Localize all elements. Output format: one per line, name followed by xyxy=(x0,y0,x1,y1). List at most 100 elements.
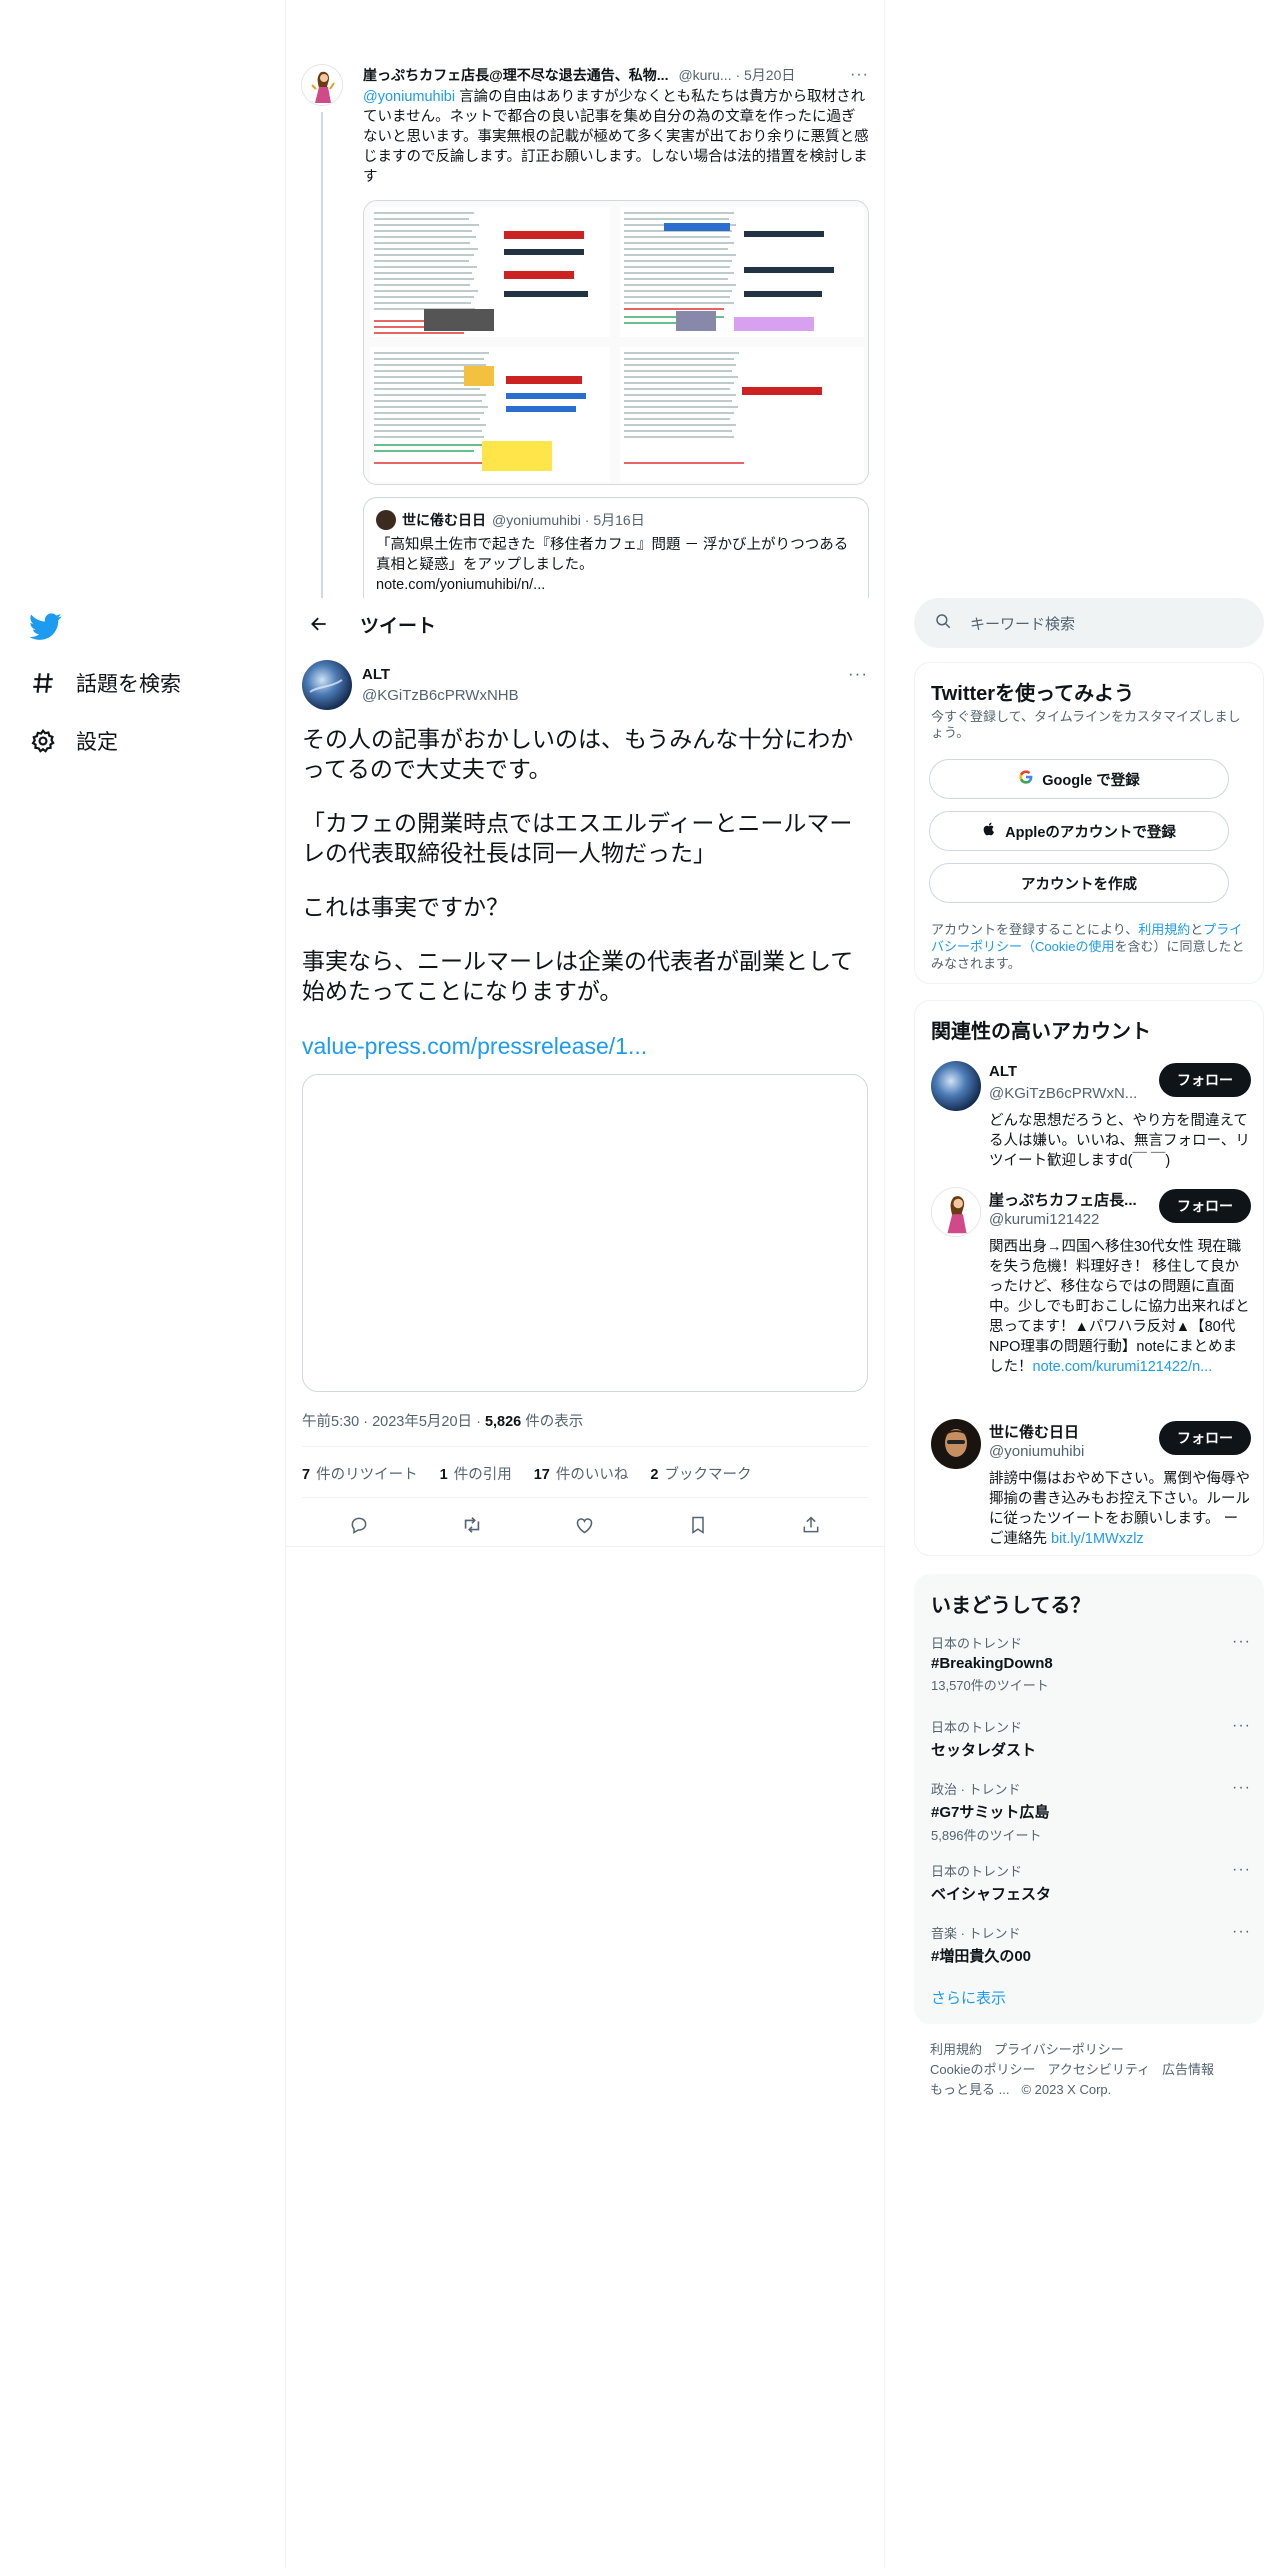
account-handle[interactable]: @KGiTzB6cPRWxN... xyxy=(989,1085,1137,1102)
trend-item[interactable]: 音楽 · トレンド #増田貴久の00 ··· xyxy=(931,1923,1251,1966)
avatar[interactable] xyxy=(301,64,343,106)
bookmarks-count: 2 xyxy=(650,1467,659,1483)
search-box[interactable]: キーワード検索 xyxy=(914,598,1264,648)
parent-author-name[interactable]: 崖っぷちカフェ店長@理不尽な退去通告、私物... xyxy=(363,65,668,85)
quoted-tweet[interactable]: 世に倦む日日 @yoniumuhibi · 5月16日 「高知県土佐市で起きた『… xyxy=(363,497,869,600)
account-handle[interactable]: @kurumi121422 xyxy=(989,1211,1099,1228)
trend-item[interactable]: 日本のトレンド セッタレダスト ··· xyxy=(931,1717,1251,1760)
trend-name: ベイシャフェスタ xyxy=(931,1886,1052,1903)
avatar[interactable] xyxy=(931,1187,981,1237)
create-account-button[interactable]: アカウントを作成 xyxy=(929,863,1229,903)
tweet-paragraph: これは事実ですか？ xyxy=(302,894,509,920)
apple-signup-button[interactable]: Appleのアカウントで登録 xyxy=(929,811,1229,851)
parent-tweet-image[interactable] xyxy=(363,200,869,485)
apple-icon xyxy=(982,821,997,841)
account-name[interactable]: ALT xyxy=(989,1063,1017,1080)
bio-link[interactable]: bit.ly/1MWxzlz xyxy=(1051,1531,1144,1547)
more-options-icon[interactable]: ··· xyxy=(1232,1923,1251,1941)
tweet-paragraph: その人の記事がおかしいのは、もうみんな十分にわかってるので大丈夫です。 xyxy=(302,726,854,782)
more-options-icon[interactable]: ··· xyxy=(848,664,868,684)
trend-item[interactable]: 日本のトレンド ベイシャフェスタ ··· xyxy=(931,1861,1251,1904)
follow-button[interactable]: フォロー xyxy=(1159,1421,1251,1455)
account-card[interactable]: 崖っぷちカフェ店長... @kurumi121422 フォロー 関西出身→四国へ… xyxy=(931,1187,1251,1387)
document-collage-image xyxy=(364,201,868,484)
twitter-logo-icon[interactable] xyxy=(28,610,62,644)
retweet-icon[interactable] xyxy=(455,1508,489,1542)
link-preview-card[interactable] xyxy=(302,1074,868,1392)
retweets-label: 件のリツイート xyxy=(316,1467,418,1483)
search-icon xyxy=(934,612,952,635)
likes-stat[interactable]: 17 件のいいね xyxy=(534,1463,629,1484)
terms-link[interactable]: 利用規約 xyxy=(1138,922,1190,937)
quoted-tweet-text: 「高知県土佐市で起きた『移住者カフェ』問題 － 浮かび上がりつつある真相と疑惑」… xyxy=(376,535,856,595)
bookmarks-stat[interactable]: 2 ブックマーク xyxy=(650,1463,751,1484)
footer-ads-link[interactable]: 広告情報 xyxy=(1162,2062,1214,2077)
tweet-link[interactable]: value-press.com/pressrelease/1... xyxy=(302,1033,647,1060)
tweet-timestamp[interactable]: 午前5:30 · 2023年5月20日 · xyxy=(302,1414,485,1430)
show-more-link[interactable]: さらに表示 xyxy=(931,1987,1006,2008)
parent-tweet[interactable]: 崖っぷちカフェ店長@理不尽な退去通告、私物... @kuru... · 5月20… xyxy=(286,0,884,600)
account-name[interactable]: 世に倦む日日 xyxy=(989,1421,1079,1442)
account-card[interactable]: 世に倦む日日 @yoniumuhibi フォロー 誹謗中傷はおやめ下さい。罵倒や… xyxy=(931,1419,1253,1549)
trend-item[interactable]: 日本のトレンド #BreakingDown8 13,570件のツイート ··· xyxy=(931,1633,1251,1694)
account-card[interactable]: ALT @KGiTzB6cPRWxN... フォロー どんな思想だろうと、やり方… xyxy=(931,1061,1251,1201)
more-options-icon[interactable]: ··· xyxy=(1232,1633,1251,1651)
follow-button[interactable]: フォロー xyxy=(1159,1189,1251,1223)
quotes-label: 件の引用 xyxy=(453,1467,512,1483)
quoted-author-handle-time: @yoniumuhibi · 5月16日 xyxy=(492,512,645,528)
more-options-icon[interactable]: ··· xyxy=(1232,1861,1251,1879)
search-input[interactable]: キーワード検索 xyxy=(970,613,1075,634)
account-bio: 誹謗中傷はおやめ下さい。罵倒や侮辱や揶揄の書き込みもお控え下さい。ルールに従った… xyxy=(989,1469,1253,1549)
account-bio: どんな思想だろうと、やり方を間違えてる人は嫌い。いいね、無言フォロー、リツイート… xyxy=(989,1113,1250,1169)
bio-link[interactable]: note.com/kurumi121422/n... xyxy=(1033,1359,1213,1375)
like-icon[interactable] xyxy=(568,1508,602,1542)
avatar[interactable] xyxy=(931,1419,981,1469)
tweet-meta: 午前5:30 · 2023年5月20日 · 5,826 件の表示 xyxy=(302,1410,583,1431)
more-options-icon[interactable]: ··· xyxy=(850,66,869,84)
author-handle[interactable]: @KGiTzB6cPRWxNHB xyxy=(362,687,519,704)
avatar[interactable] xyxy=(931,1061,981,1111)
divider xyxy=(302,1446,868,1447)
trend-item[interactable]: 政治 · トレンド #G7サミット広島 5,896件のツイート ··· xyxy=(931,1779,1251,1844)
footer-copyright: © 2023 X Corp. xyxy=(1021,2082,1112,2097)
divider xyxy=(302,1497,868,1498)
nav-explore-label: 話題を検索 xyxy=(76,673,181,696)
footer-cookie-link[interactable]: Cookieのポリシー xyxy=(930,2062,1035,2077)
follow-button[interactable]: フォロー xyxy=(1159,1063,1251,1097)
retweets-stat[interactable]: 7 件のリツイート xyxy=(302,1463,418,1484)
signup-title: Twitterを使ってみよう xyxy=(931,683,1135,705)
trend-context: 日本のトレンド xyxy=(931,1720,1023,1735)
more-options-icon[interactable]: ··· xyxy=(1232,1779,1251,1797)
author-name[interactable]: ALT xyxy=(362,666,390,683)
quotes-stat[interactable]: 1 件の引用 xyxy=(440,1463,512,1484)
quotes-count: 1 xyxy=(439,1467,448,1483)
footer-more-link[interactable]: もっと見る ... xyxy=(930,2082,1009,2097)
tweet-paragraph: 事実なら、ニールマーレは企業の代表者が副業として始めたってことになりますが。 xyxy=(302,948,854,1004)
quoted-author-name: 世に倦む日日 xyxy=(402,512,486,528)
quoted-tweet-link[interactable]: note.com/yoniumuhibi/n/... xyxy=(376,575,856,595)
footer-terms-link[interactable]: 利用規約 xyxy=(930,2042,982,2057)
reply-icon[interactable] xyxy=(342,1508,376,1542)
trend-context: 政治 · トレンド xyxy=(931,1782,1021,1797)
avatar xyxy=(376,510,396,530)
parent-author-handle-time[interactable]: @kuru... · 5月20日 xyxy=(678,65,795,85)
google-icon xyxy=(1018,769,1034,789)
google-signup-button[interactable]: Google で登録 xyxy=(929,759,1229,799)
nav-explore[interactable]: 話題を検索 xyxy=(28,663,181,703)
account-handle[interactable]: @yoniumuhibi xyxy=(989,1443,1084,1460)
parent-tweet-header: 崖っぷちカフェ店長@理不尽な退去通告、私物... @kuru... · 5月20… xyxy=(363,65,869,85)
nav-settings-label: 設定 xyxy=(76,731,118,754)
page-header: ツイート xyxy=(286,598,884,650)
more-options-icon[interactable]: ··· xyxy=(1232,1717,1251,1735)
mention-link[interactable]: @yoniumuhibi xyxy=(363,89,455,105)
share-icon[interactable] xyxy=(794,1508,828,1542)
back-arrow-icon[interactable] xyxy=(302,607,336,641)
avatar[interactable] xyxy=(302,660,352,710)
legal-and: と xyxy=(1190,922,1204,937)
bookmark-icon[interactable] xyxy=(681,1508,715,1542)
footer-privacy-link[interactable]: プライバシーポリシー xyxy=(994,2042,1124,2057)
nav-settings[interactable]: 設定 xyxy=(28,721,118,761)
account-name[interactable]: 崖っぷちカフェ店長... xyxy=(989,1189,1137,1210)
page-title: ツイート xyxy=(360,615,437,637)
footer-accessibility-link[interactable]: アクセシビリティ xyxy=(1047,2062,1150,2077)
